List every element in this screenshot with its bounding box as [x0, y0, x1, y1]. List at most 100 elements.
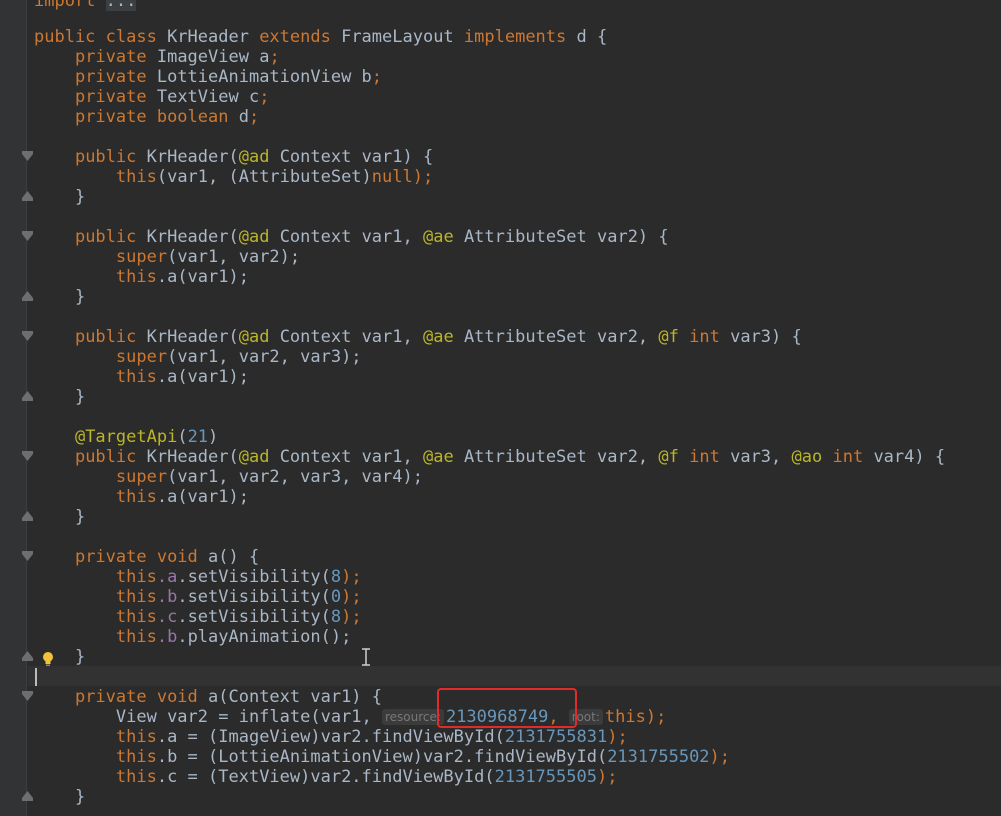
code-line: }	[34, 787, 85, 807]
punct: );	[607, 727, 628, 747]
field-ref: .b	[156, 587, 178, 607]
punct: );	[412, 167, 434, 187]
keyword: super	[115, 347, 168, 367]
code-text: View var2 = inflate(var1,	[115, 707, 382, 727]
keyword: private	[74, 87, 147, 107]
keyword: implements	[463, 27, 567, 47]
code-text: (var1, var2);	[167, 247, 301, 267]
punct: ;	[259, 87, 270, 107]
base-class: FrameLayout	[330, 27, 464, 47]
highlight-annotation-box	[437, 688, 577, 728]
number-literal: 0	[330, 587, 342, 607]
code-line: this.a(var1);	[34, 367, 249, 387]
code-line: this.a = (ImageView)var2.findViewById(21…	[34, 727, 628, 747]
code-line: }	[34, 387, 85, 407]
field-name: c	[248, 87, 260, 107]
method-name: KrHeader(	[136, 147, 239, 167]
punct: );	[596, 767, 618, 787]
field-type: LottieAnimationView	[146, 67, 362, 87]
code-line: import ...	[34, 0, 137, 11]
punct: );	[341, 607, 362, 627]
constructor-signature: public KrHeader(@ad Context var1, @ae At…	[34, 447, 945, 467]
folded-imports[interactable]: ...	[105, 0, 137, 11]
interface-name: d {	[566, 27, 608, 47]
params: Context var1,	[269, 447, 423, 467]
params: AttributeSet var2) {	[453, 227, 669, 247]
method-name: KrHeader(	[136, 227, 239, 247]
code-text: (var1, var2, var3);	[167, 347, 362, 367]
annotation: @ad	[238, 327, 270, 347]
punct: (	[177, 427, 188, 447]
keyword: this	[115, 167, 157, 187]
code-line: super(var1, var2);	[34, 247, 300, 267]
method-name: a(Context var1) {	[197, 687, 383, 707]
brace: }	[74, 287, 86, 307]
keyword: private	[74, 67, 147, 87]
number-literal: 2131755502	[607, 747, 710, 767]
keyword: public	[74, 147, 137, 167]
annotation: @ao	[791, 447, 823, 467]
field-line: private boolean d;	[34, 107, 259, 127]
code-text: .playAnimation();	[177, 627, 352, 647]
brace: }	[74, 787, 86, 807]
keyword: private void	[74, 547, 198, 567]
constructor-signature: public KrHeader(@ad Context var1, @ae At…	[34, 327, 802, 347]
keyword: public	[74, 227, 137, 247]
code-text: .b = (LottieAnimationView)var2.findViewB…	[156, 747, 608, 767]
keyword: this	[115, 267, 157, 287]
code-line: }	[34, 287, 85, 307]
annotation: @ae	[422, 447, 454, 467]
params: var3) {	[719, 327, 802, 347]
brace: }	[74, 507, 86, 527]
code-text: .a(var1);	[156, 367, 249, 387]
code-editor[interactable]: import ... public class KrHeader extends…	[0, 0, 1001, 816]
class-name: KrHeader	[156, 27, 260, 47]
field-type: TextView	[146, 87, 249, 107]
code-text: .setVisibility(	[177, 587, 331, 607]
code-line: this.a(var1);	[34, 267, 249, 287]
field-line: private TextView c;	[34, 87, 270, 107]
annotation: @f	[658, 447, 679, 467]
field-name: a	[259, 47, 270, 67]
keyword: private boolean	[74, 107, 229, 127]
annotation: @ad	[238, 227, 270, 247]
punct: );	[645, 707, 667, 727]
field-ref: .b	[156, 627, 178, 647]
annotation-line: @TargetApi(21)	[34, 427, 218, 447]
keyword: private	[74, 47, 147, 67]
field-name: d	[238, 107, 249, 127]
keyword: private void	[74, 687, 198, 707]
keyword: int	[689, 327, 720, 347]
annotation: @ad	[238, 447, 270, 467]
number-literal: 2131755831	[504, 727, 608, 747]
keyword: this	[115, 607, 157, 627]
class-declaration-line: public class KrHeader extends FrameLayou…	[34, 27, 607, 47]
keyword: int	[832, 447, 864, 467]
keyword: this	[115, 727, 157, 747]
number-literal: 8	[330, 567, 342, 587]
method-signature: private void a() {	[34, 547, 259, 567]
code-text: .setVisibility(	[177, 567, 331, 587]
keyword: this	[115, 487, 157, 507]
number-literal: 8	[330, 607, 342, 627]
code-line: this.c.setVisibility(8);	[34, 607, 362, 627]
import-keyword: import	[34, 0, 96, 11]
number-literal: 2131755505	[494, 767, 597, 787]
field-ref: .a	[156, 567, 178, 587]
code-text: .setVisibility(	[177, 607, 331, 627]
field-ref: .c	[156, 607, 178, 627]
punct: );	[709, 747, 731, 767]
code-line: }	[34, 507, 85, 527]
brace: }	[74, 647, 86, 667]
code-text: .a = (ImageView)var2.findViewById(	[156, 727, 505, 747]
keyword: this	[115, 367, 157, 387]
keyword: public	[74, 447, 137, 467]
keyword: this	[115, 567, 157, 587]
brace: }	[74, 387, 86, 407]
method-name: KrHeader(	[136, 327, 239, 347]
code-text: (var1, (AttributeSet)	[156, 167, 372, 187]
code-line: super(var1, var2, var3);	[34, 347, 362, 367]
keyword: this	[604, 707, 646, 727]
